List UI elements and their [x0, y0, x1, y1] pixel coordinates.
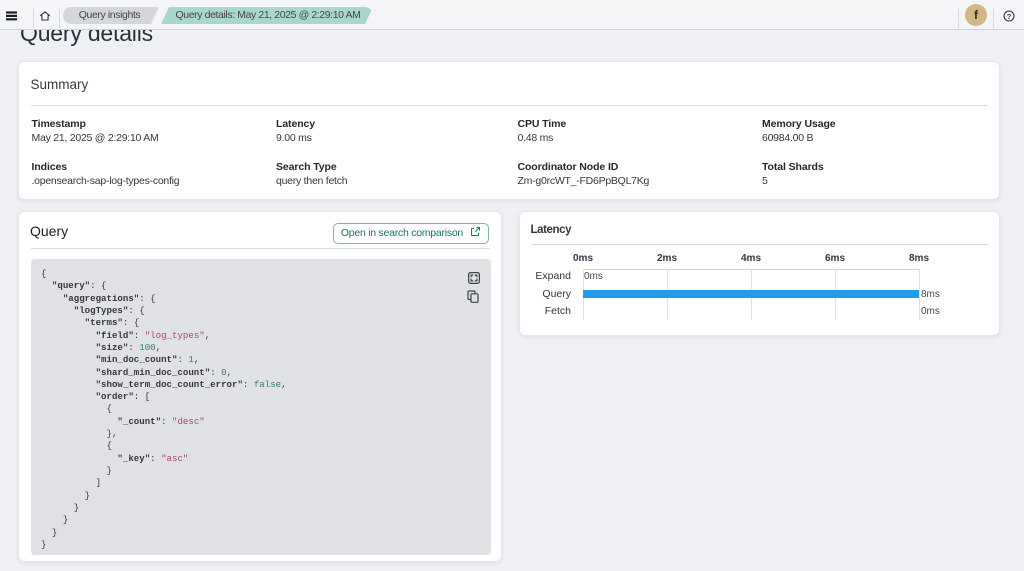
svg-text:?: ?: [1007, 12, 1012, 21]
